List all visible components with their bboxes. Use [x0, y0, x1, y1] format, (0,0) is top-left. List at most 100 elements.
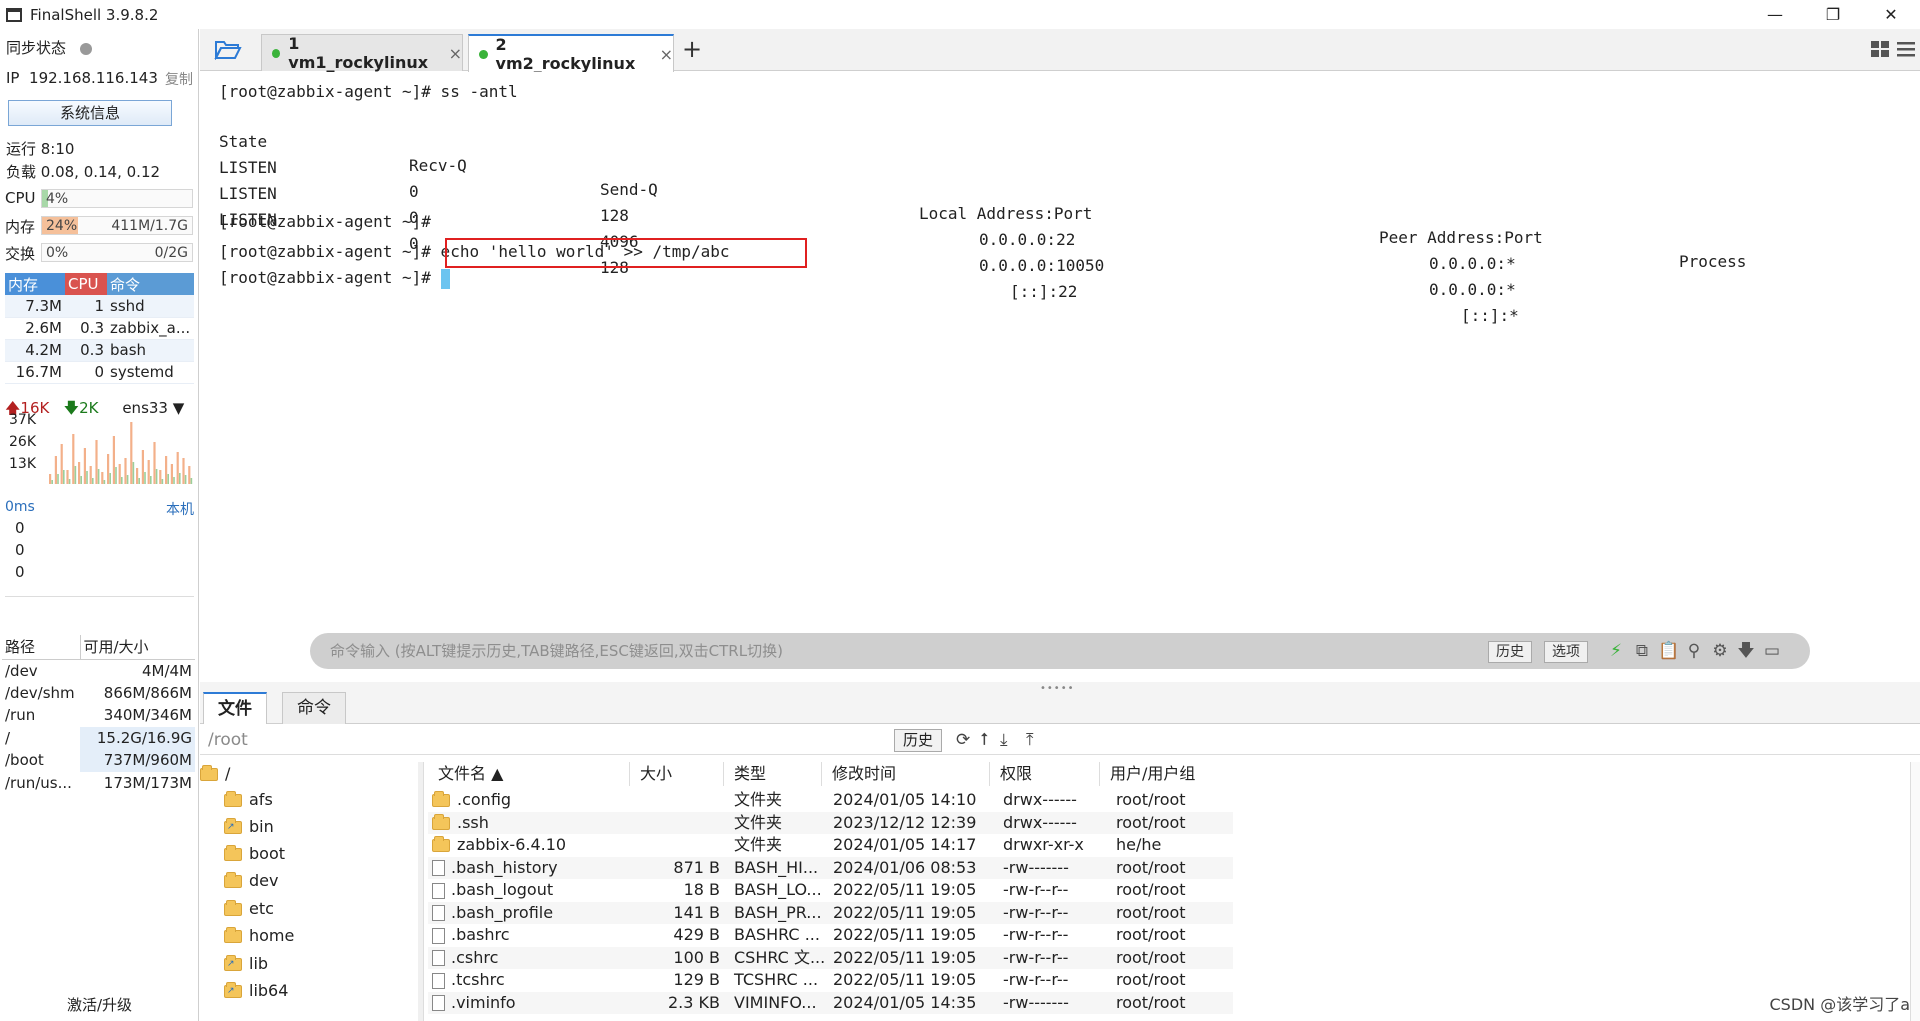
file-row[interactable]: .bash_history 871 B BASH_HI... 2024/01/06 0…: [428, 856, 1233, 880]
tab-commands[interactable]: 命令: [282, 692, 346, 724]
file-type: 文件夹: [734, 834, 820, 857]
tab-vm1[interactable]: 1 vm1_rockylinux ×: [261, 34, 463, 72]
window-icon[interactable]: ▭: [1762, 641, 1782, 661]
close-button[interactable]: ✕: [1862, 0, 1920, 29]
panel-splitter[interactable]: •••••: [200, 682, 1920, 694]
add-tab-button[interactable]: +: [682, 35, 702, 63]
menu-icon[interactable]: [1896, 39, 1916, 59]
latency-tick: 0: [15, 519, 25, 537]
history-button[interactable]: 历史: [1488, 641, 1532, 663]
tree-item-lib[interactable]: lib: [224, 952, 268, 976]
refresh-icon[interactable]: ⟳: [956, 730, 970, 750]
arrow-down-icon[interactable]: 🡇: [1736, 641, 1756, 661]
close-tab-icon[interactable]: ×: [660, 45, 673, 64]
session-tab-bar: 1 vm1_rockylinux × 2 vm2_rockylinux × +: [200, 29, 1920, 73]
file-row[interactable]: .tcshrc 129 B TCSHRC ... 2022/05/11 19:05 -r…: [428, 969, 1233, 992]
download-icon[interactable]: ⤓: [1000, 730, 1008, 750]
disk-row[interactable]: /dev 4M/4M: [2, 659, 195, 682]
up-icon[interactable]: ⭡: [980, 730, 988, 750]
latency-target[interactable]: 本机: [166, 499, 194, 519]
file-list-scrollbar[interactable]: [1910, 762, 1920, 1021]
command-input[interactable]: [330, 633, 1480, 669]
disk-usage: 173M/173M: [103, 773, 192, 792]
file-type-text: TCSHRC ...: [734, 970, 819, 989]
file-row[interactable]: .viminfo 2.3 KB VIMINFO... 2024/01/05 14:35…: [428, 991, 1233, 1014]
col-mtime[interactable]: 修改时间: [822, 762, 990, 786]
tree-item-etc[interactable]: etc: [224, 897, 274, 921]
col-cpu[interactable]: CPU: [65, 273, 107, 295]
net-bar: [188, 466, 191, 484]
tree-item-boot[interactable]: boot: [224, 842, 285, 866]
disk-row[interactable]: / 15.2G/16.9G: [2, 726, 195, 749]
file-type: BASH_HI...: [734, 857, 820, 880]
path-history-button[interactable]: 历史: [894, 729, 943, 752]
col-memory[interactable]: 内存: [5, 273, 65, 295]
folder-open-icon[interactable]: [214, 38, 242, 60]
tree-scrollbar[interactable]: [418, 762, 423, 1021]
search-icon[interactable]: ⚲: [1684, 641, 1704, 661]
file-row[interactable]: zabbix-6.4.10 文件夹 2024/01/05 14:17 drwxr-xr…: [428, 834, 1233, 857]
tree-item-home[interactable]: home: [224, 924, 294, 948]
restore-button[interactable]: ❐: [1804, 0, 1862, 29]
file-row[interactable]: .cshrc 100 B CSHRC 文... 2022/05/11 19:05 -rw…: [428, 946, 1233, 969]
tree-item-lib64[interactable]: lib64: [224, 979, 288, 1003]
tree-item-bin[interactable]: bin: [224, 815, 274, 839]
file-type-text: VIMINFO...: [734, 992, 817, 1012]
disk-row[interactable]: /run/us... 173M/173M: [2, 772, 195, 795]
tree-item-dev[interactable]: dev: [224, 869, 278, 893]
proc-cpu: 0: [65, 361, 107, 384]
dropdown-icon[interactable]: ▼: [168, 399, 185, 417]
close-tab-icon[interactable]: ×: [449, 44, 462, 63]
tab-vm2[interactable]: 2 vm2_rockylinux ×: [468, 34, 674, 73]
net-bar: [57, 474, 59, 484]
copy-ip-button[interactable]: 复制: [165, 69, 193, 89]
grid-icon[interactable]: [1870, 39, 1890, 59]
process-row[interactable]: 7.3M 1 sshd: [5, 295, 194, 318]
process-row[interactable]: 4.2M 0.3 bash: [5, 339, 194, 362]
col-command[interactable]: 命令: [107, 273, 194, 295]
file-owner: root/root: [1116, 969, 1236, 992]
lightning-icon[interactable]: ⚡: [1606, 641, 1626, 661]
file-row[interactable]: .bashrc 429 B BASHRC ... 2022/05/11 19:05 -r…: [428, 924, 1233, 947]
ss-cell: [::]:*: [1461, 306, 1519, 325]
paste-icon[interactable]: 📋: [1658, 641, 1679, 661]
prompt: [root@zabbix-agent ~]#: [219, 268, 431, 287]
activate-upgrade-link[interactable]: 激活/升级: [0, 994, 199, 1015]
disk-row[interactable]: /dev/shm 866M/866M: [2, 682, 195, 705]
disk-usage: 737M/960M: [80, 749, 195, 772]
col-permissions[interactable]: 权限: [990, 762, 1100, 786]
net-bar: [51, 480, 53, 484]
file-mtime-text: 2022/05/11 19:05: [833, 925, 977, 944]
system-info-button[interactable]: 系统信息: [8, 100, 172, 126]
col-path[interactable]: 路径: [2, 635, 80, 660]
col-free-size[interactable]: 可用/大小: [79, 635, 195, 660]
file-row[interactable]: .bash_logout 18 B BASH_LO... 2022/05/11 19:…: [428, 879, 1233, 902]
file-type: 文件夹: [734, 789, 820, 812]
minimize-button[interactable]: —: [1746, 0, 1804, 29]
gear-icon[interactable]: ⚙: [1710, 641, 1730, 661]
tree-item-root[interactable]: /: [200, 762, 230, 786]
file-row[interactable]: .ssh 文件夹 2023/12/12 12:39 drwx------ root/ro…: [428, 811, 1233, 835]
process-row[interactable]: 16.7M 0 systemd: [5, 361, 194, 384]
tab-files[interactable]: 文件: [203, 692, 267, 724]
copy-icon[interactable]: ⧉: [1632, 641, 1652, 661]
net-bar: [165, 456, 168, 484]
tree-item-afs[interactable]: afs: [224, 788, 273, 812]
col-size[interactable]: 大小: [630, 762, 724, 786]
terminal-output[interactable]: [root@zabbix-agent ~]# ss -antl State Re…: [200, 72, 1920, 682]
options-button[interactable]: 选项: [1544, 641, 1588, 663]
disk-row[interactable]: /boot 737M/960M: [2, 749, 195, 772]
network-interface[interactable]: ens33: [122, 399, 168, 417]
col-filename[interactable]: 文件名 ▲: [428, 762, 630, 786]
path-input[interactable]: [208, 728, 888, 752]
file-perm: drwx------: [1003, 812, 1099, 835]
col-owner[interactable]: 用户/用户组: [1100, 762, 1240, 786]
swap-usage: 0/2G: [154, 245, 188, 261]
col-type[interactable]: 类型: [724, 762, 822, 786]
file-row[interactable]: .bash_profile 141 B BASH_PR... 2022/05/11 1…: [428, 901, 1233, 924]
file-row[interactable]: .config 文件夹 2024/01/05 14:10 drwx------ root…: [428, 789, 1233, 812]
disk-row[interactable]: /run 340M/346M: [2, 704, 195, 727]
upload-icon[interactable]: ⤒: [1026, 730, 1034, 750]
process-row[interactable]: 2.6M 0.3 zabbix_a...: [5, 317, 194, 340]
file-name-text: .bash_history: [451, 857, 558, 877]
